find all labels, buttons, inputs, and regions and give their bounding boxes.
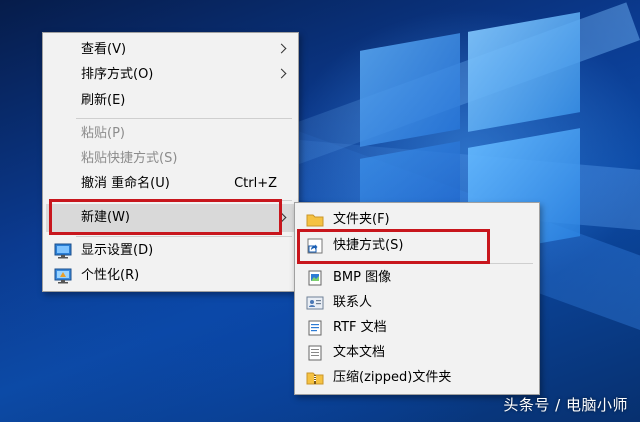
menu-item-view[interactable]: 查看(V): [46, 38, 295, 62]
personalize-icon: [54, 268, 72, 284]
rtf-document-icon: [306, 320, 324, 336]
submenu-item-contact[interactable]: 联系人: [298, 291, 536, 315]
menu-item-sort-by[interactable]: 排序方式(O): [46, 63, 295, 87]
submenu-item-text-document[interactable]: 文本文档: [298, 341, 536, 365]
display-settings-icon: [54, 243, 72, 259]
zipped-folder-icon: [306, 370, 324, 386]
text-document-icon: [306, 345, 324, 361]
menu-item-refresh[interactable]: 刷新(E): [46, 89, 295, 113]
menu-item-paste-shortcut[interactable]: 粘贴快捷方式(S): [46, 147, 295, 171]
watermark-text: 头条号 / 电脑小师: [503, 396, 628, 414]
menu-item-label: 文本文档: [333, 345, 386, 360]
submenu-item-bmp-image[interactable]: BMP 图像: [298, 266, 536, 290]
menu-item-label: 撤消 重命名(U): [81, 176, 170, 191]
menu-item-shortcut: Ctrl+Z: [234, 176, 277, 191]
menu-item-label: 粘贴快捷方式(S): [81, 151, 178, 166]
menu-item-label: BMP 图像: [333, 270, 392, 285]
menu-separator: [76, 236, 292, 237]
menu-item-label: 个性化(R): [81, 268, 140, 283]
menu-item-personalize[interactable]: 个性化(R): [46, 264, 295, 288]
submenu-item-zipped-folder[interactable]: 压缩(zipped)文件夹: [298, 366, 536, 390]
submenu-item-rtf-document[interactable]: RTF 文档: [298, 316, 536, 340]
chevron-right-icon: [276, 43, 287, 54]
bmp-image-icon: [306, 270, 324, 286]
menu-item-label: 压缩(zipped)文件夹: [333, 370, 452, 385]
highlight-box-shortcut: [297, 229, 490, 264]
menu-item-undo-rename[interactable]: 撤消 重命名(U) Ctrl+Z: [46, 172, 295, 196]
menu-separator: [76, 118, 292, 119]
menu-item-label: 粘贴(P): [81, 126, 125, 141]
desktop-context-menu: 查看(V) 排序方式(O) 刷新(E) 粘贴(P) 粘贴快捷方式(S) 撤消 重…: [42, 32, 299, 292]
menu-item-label: 刷新(E): [81, 93, 126, 108]
menu-item-label: 查看(V): [81, 42, 127, 57]
chevron-right-icon: [276, 68, 287, 79]
menu-item-label: 排序方式(O): [81, 67, 154, 82]
highlight-box-new: [49, 199, 282, 235]
folder-icon: [306, 212, 324, 228]
menu-item-paste[interactable]: 粘贴(P): [46, 122, 295, 146]
menu-item-display-settings[interactable]: 显示设置(D): [46, 239, 295, 263]
contact-icon: [306, 295, 324, 311]
menu-item-label: 联系人: [333, 295, 373, 310]
menu-item-label: 显示设置(D): [81, 243, 154, 258]
menu-item-label: RTF 文档: [333, 320, 387, 335]
